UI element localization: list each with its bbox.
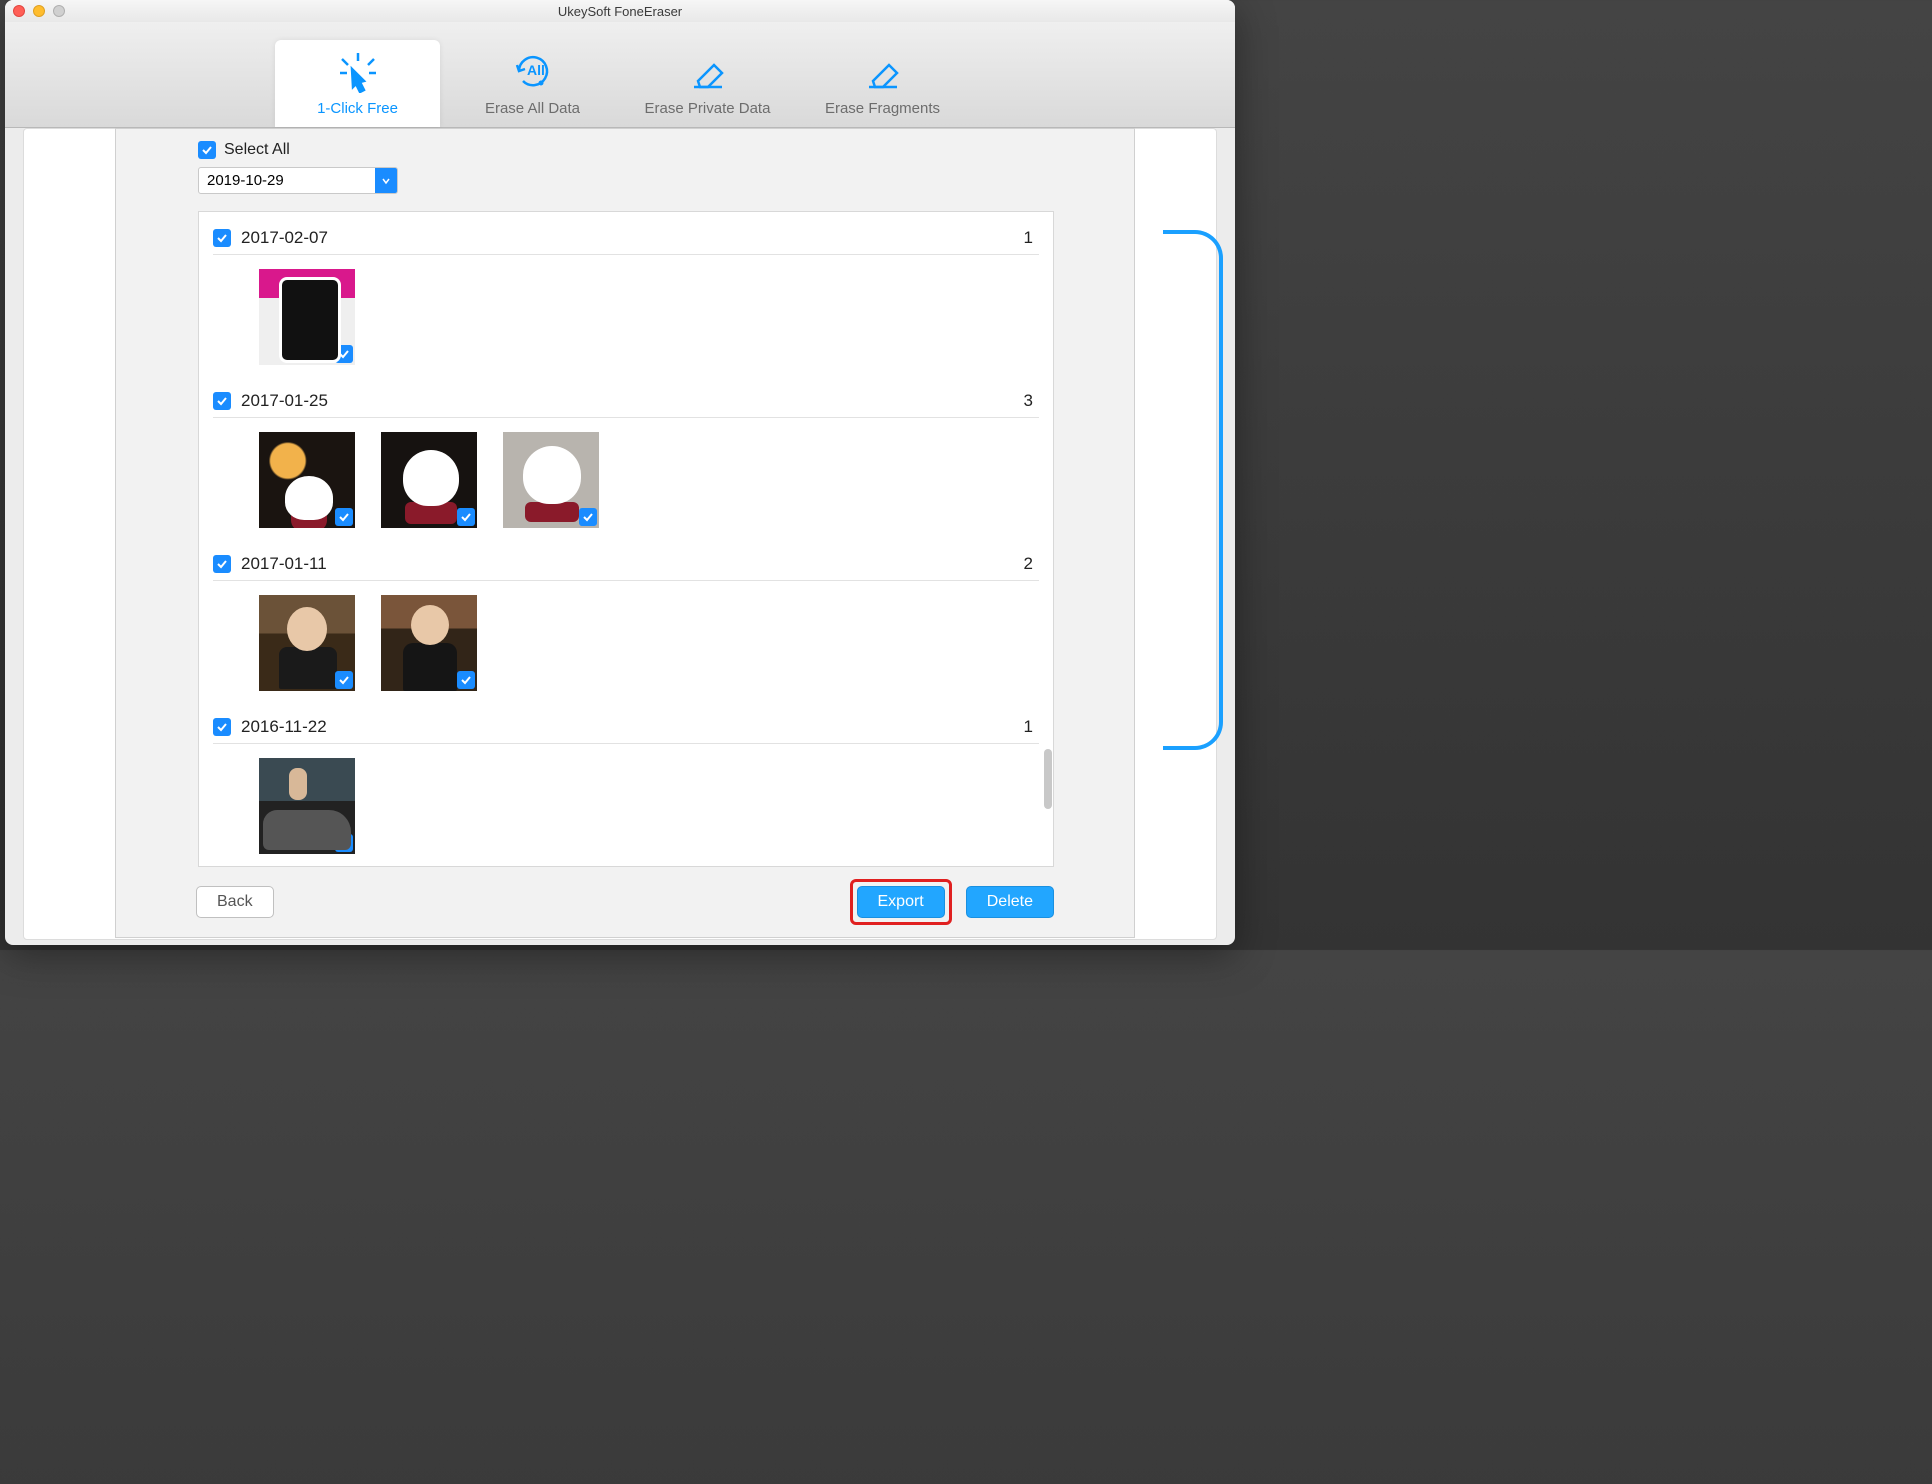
select-all-checkbox[interactable] [198, 141, 216, 159]
photo-selection-modal: Select All 2019-10-29 2017-02-07 1 2017-01… [115, 128, 1135, 938]
titlebar: UkeySoft FoneEraser [5, 0, 1235, 22]
thumb-row [213, 255, 1039, 375]
group-header: 2016-11-22 1 [213, 713, 1039, 744]
group-count: 1 [1024, 717, 1039, 737]
chevron-down-icon [375, 168, 397, 193]
group-date: 2017-01-25 [241, 391, 328, 411]
app-window: UkeySoft FoneEraser 1-Click Free All Era… [5, 0, 1235, 945]
photo-thumbnail[interactable] [259, 595, 355, 691]
thumb-checkbox[interactable] [335, 671, 353, 689]
group-checkbox[interactable] [213, 555, 231, 573]
tab-erase-fragments[interactable]: Erase Fragments [800, 40, 965, 127]
select-all-label: Select All [224, 141, 290, 159]
tab-label: 1-Click Free [279, 100, 436, 117]
group-date: 2016-11-22 [241, 717, 327, 737]
group-header: 2017-02-07 1 [213, 224, 1039, 255]
thumb-checkbox[interactable] [457, 508, 475, 526]
thumb-row [213, 418, 1039, 538]
photo-list[interactable]: 2017-02-07 1 2017-01-25 3 2017-01-11 2 2016-11… [198, 211, 1054, 867]
thumb-checkbox[interactable] [335, 345, 353, 363]
eraser-icon [804, 48, 961, 94]
sparkle-cursor-icon [279, 48, 436, 94]
photo-thumbnail[interactable] [259, 432, 355, 528]
tab-erase-all[interactable]: All Erase All Data [450, 40, 615, 127]
group-checkbox[interactable] [213, 229, 231, 247]
group-checkbox[interactable] [213, 392, 231, 410]
back-button[interactable]: Back [196, 886, 274, 918]
export-highlight: Export [850, 879, 952, 925]
thumb-checkbox[interactable] [457, 671, 475, 689]
tab-erase-private[interactable]: Erase Private Data [625, 40, 790, 127]
modal-header: Select All 2019-10-29 [116, 129, 1134, 200]
photo-thumbnail[interactable] [259, 269, 355, 365]
export-button[interactable]: Export [857, 886, 945, 918]
photo-thumbnail[interactable] [503, 432, 599, 528]
photo-thumbnail[interactable] [259, 758, 355, 854]
photo-group: 2017-01-25 3 [213, 387, 1039, 538]
group-header: 2017-01-11 2 [213, 550, 1039, 581]
group-header: 2017-01-25 3 [213, 387, 1039, 418]
tab-1click-free[interactable]: 1-Click Free [275, 40, 440, 127]
thumb-checkbox[interactable] [335, 834, 353, 852]
group-count: 2 [1024, 554, 1039, 574]
tab-label: Erase Private Data [629, 100, 786, 117]
eraser-icon [629, 48, 786, 94]
delete-button[interactable]: Delete [966, 886, 1054, 918]
modal-overlay: Select All 2019-10-29 2017-02-07 1 2017-01… [5, 128, 1235, 945]
svg-text:All: All [527, 62, 545, 78]
main-toolbar: 1-Click Free All Erase All Data Erase Pr… [5, 22, 1235, 128]
thumb-checkbox[interactable] [335, 508, 353, 526]
group-count: 1 [1024, 228, 1039, 248]
group-date: 2017-01-11 [241, 554, 327, 574]
photo-thumbnail[interactable] [381, 432, 477, 528]
date-dropdown-value: 2019-10-29 [199, 168, 375, 193]
modal-footer: Back Export Delete [116, 879, 1134, 925]
thumb-row [213, 744, 1039, 864]
group-count: 3 [1024, 391, 1039, 411]
thumb-row [213, 581, 1039, 701]
scrollbar-thumb[interactable] [1044, 749, 1052, 809]
photo-thumbnail[interactable] [381, 595, 477, 691]
date-dropdown[interactable]: 2019-10-29 [198, 167, 398, 194]
app-title: UkeySoft FoneEraser [5, 4, 1235, 19]
group-date: 2017-02-07 [241, 228, 328, 248]
group-checkbox[interactable] [213, 718, 231, 736]
photo-group: 2017-02-07 1 [213, 224, 1039, 375]
tab-label: Erase Fragments [804, 100, 961, 117]
photo-group: 2017-01-11 2 [213, 550, 1039, 701]
thumb-checkbox[interactable] [579, 508, 597, 526]
tab-label: Erase All Data [454, 100, 611, 117]
photo-group: 2016-11-22 1 [213, 713, 1039, 864]
erase-all-icon: All [454, 48, 611, 94]
